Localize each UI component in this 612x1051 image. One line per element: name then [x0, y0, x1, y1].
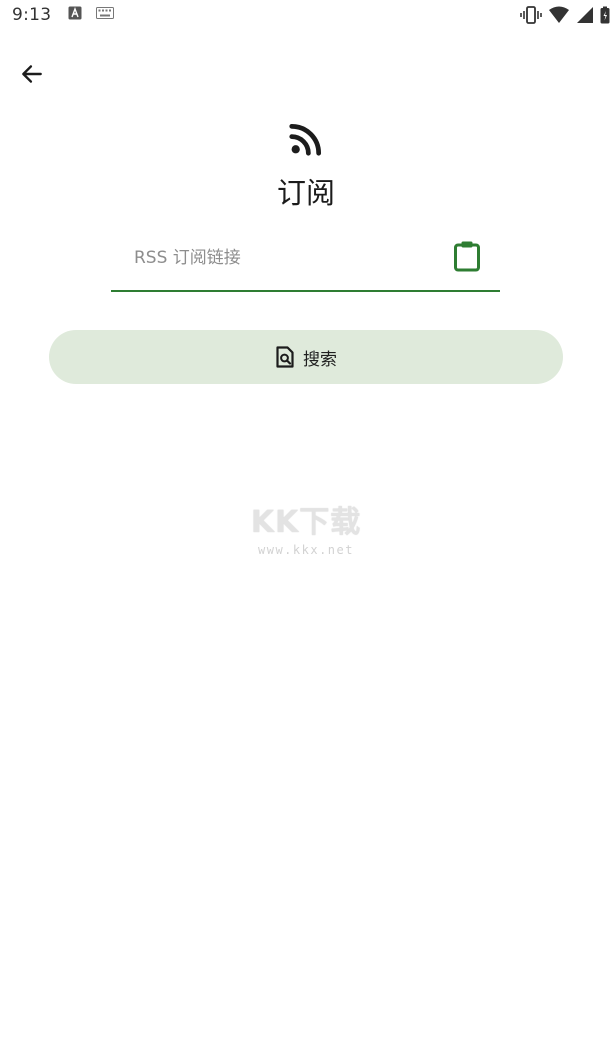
wifi-icon [549, 6, 569, 23]
status-system-icons [520, 6, 610, 24]
status-bar: 9:13 [0, 0, 612, 32]
arrow-left-icon [22, 65, 42, 83]
app-notification-icon [68, 6, 82, 20]
page-title: 订阅 [276, 176, 335, 210]
battery-icon [600, 6, 610, 24]
watermark-logo: KK下载 [250, 505, 362, 540]
search-document-icon [276, 346, 294, 368]
watermark: KK下载 www.kkx.net [236, 504, 376, 568]
watermark-url: www.kkx.net [258, 543, 354, 557]
search-button-label: 搜索 [303, 349, 337, 370]
status-time: 9:13 [12, 5, 52, 25]
clipboard-icon [454, 241, 480, 272]
keyboard-icon [96, 7, 114, 19]
paste-button[interactable] [449, 238, 485, 274]
vibrate-icon [520, 6, 542, 24]
back-button[interactable] [12, 54, 52, 94]
input-underline [111, 290, 500, 292]
rss-url-input[interactable] [111, 228, 431, 288]
rss-url-field [111, 228, 500, 292]
status-notification-icons [68, 6, 114, 20]
rss-icon [289, 123, 322, 156]
cellular-signal-icon [577, 7, 593, 23]
search-button[interactable]: 搜索 [49, 330, 563, 384]
